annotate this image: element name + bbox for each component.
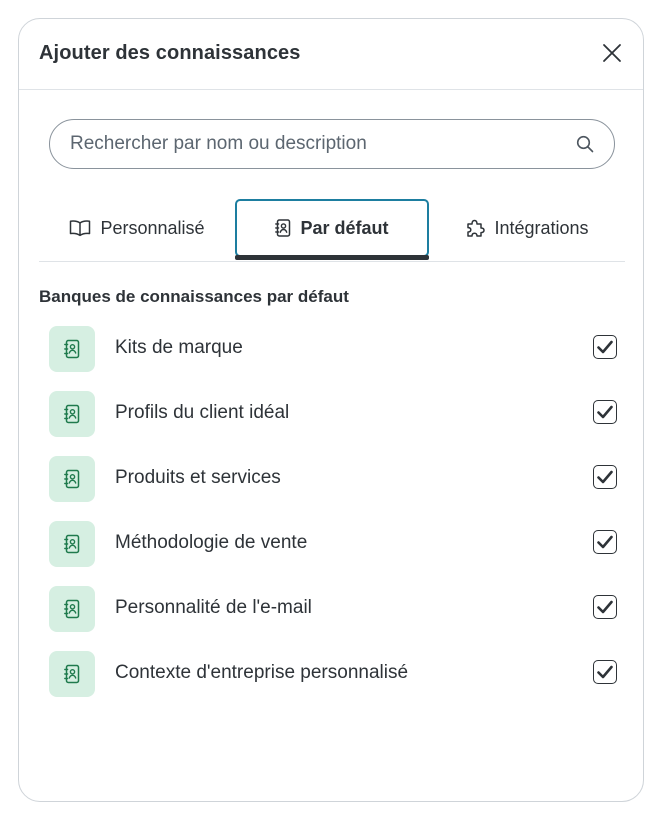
add-knowledge-modal: Ajouter des connaissances Personnalisé	[18, 18, 644, 802]
checkbox[interactable]	[593, 465, 617, 489]
tab-integrations-label: Intégrations	[494, 217, 589, 238]
knowledge-base-icon	[49, 456, 95, 502]
list-item[interactable]: Personnalité de l'e-mail	[49, 584, 617, 649]
knowledge-base-label: Personnalité de l'e-mail	[115, 597, 312, 618]
section-title: Banques de connaissances par défaut	[39, 287, 349, 306]
contact-book-icon	[64, 469, 80, 489]
checkbox[interactable]	[593, 660, 617, 684]
active-tab-indicator	[235, 255, 429, 260]
checkmark-icon	[597, 600, 613, 614]
knowledge-base-label: Produits et services	[115, 467, 281, 488]
list-item[interactable]: Contexte d'entreprise personnalisé	[49, 649, 617, 714]
tab-bar: Personnalisé Par défaut Intégrations	[39, 199, 625, 262]
checkmark-icon	[597, 405, 613, 419]
knowledge-base-list: Kits de marque Profils du client idéal P…	[49, 324, 617, 714]
list-item[interactable]: Profils du client idéal	[49, 389, 617, 454]
knowledge-base-icon	[49, 586, 95, 632]
knowledge-base-label: Kits de marque	[115, 337, 243, 358]
knowledge-base-icon	[49, 651, 95, 697]
search-box	[49, 119, 615, 169]
search-icon[interactable]	[576, 135, 594, 153]
contact-book-icon	[64, 339, 80, 359]
knowledge-base-label: Méthodologie de vente	[115, 532, 308, 553]
modal-header: Ajouter des connaissances	[19, 19, 643, 90]
tab-custom[interactable]: Personnalisé	[39, 199, 235, 257]
knowledge-base-icon	[49, 326, 95, 372]
contact-book-icon	[64, 599, 80, 619]
contact-book-icon	[275, 219, 291, 237]
checkmark-icon	[597, 470, 613, 484]
knowledge-base-icon	[49, 521, 95, 567]
close-icon	[603, 44, 621, 62]
tab-integrations[interactable]: Intégrations	[429, 199, 625, 257]
search-input[interactable]	[70, 120, 560, 168]
knowledge-base-label: Contexte d'entreprise personnalisé	[115, 662, 409, 683]
checkbox[interactable]	[593, 335, 617, 359]
list-item[interactable]: Produits et services	[49, 454, 617, 519]
tab-custom-label: Personnalisé	[100, 217, 205, 238]
checkbox[interactable]	[593, 595, 617, 619]
knowledge-base-icon	[49, 391, 95, 437]
checkbox[interactable]	[593, 400, 617, 424]
checkmark-icon	[597, 665, 613, 679]
puzzle-icon	[467, 219, 486, 237]
knowledge-base-label: Profils du client idéal	[115, 402, 290, 423]
checkmark-icon	[597, 535, 613, 549]
close-button[interactable]	[601, 42, 623, 64]
list-item[interactable]: Kits de marque	[49, 324, 617, 389]
contact-book-icon	[64, 404, 80, 424]
checkmark-icon	[597, 340, 613, 354]
checkbox[interactable]	[593, 530, 617, 554]
list-item[interactable]: Méthodologie de vente	[49, 519, 617, 584]
contact-book-icon	[64, 534, 80, 554]
tab-default-label: Par défaut	[300, 217, 389, 238]
contact-book-icon	[64, 664, 80, 684]
modal-title: Ajouter des connaissances	[39, 42, 301, 64]
book-open-icon	[70, 220, 91, 237]
tab-default[interactable]: Par défaut	[235, 199, 429, 257]
